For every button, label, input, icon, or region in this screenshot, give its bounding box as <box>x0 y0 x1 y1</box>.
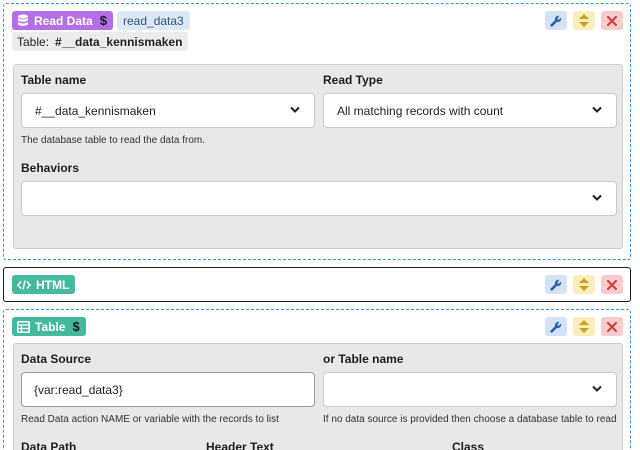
read-data-block: Read Data $ read_data3 Table: #__data_ke… <box>3 3 631 260</box>
table-name-label: Table name <box>21 73 87 87</box>
read-type-value: All matching records with count <box>337 103 504 118</box>
settings-button[interactable] <box>545 275 567 294</box>
delete-button[interactable] <box>601 11 623 30</box>
table-name-select[interactable]: #__data_kennismaken <box>21 93 315 128</box>
table-name-value: #__data_kennismaken <box>35 103 156 118</box>
wrench-icon <box>550 279 562 291</box>
table-icon <box>17 320 30 333</box>
chevron-down-icon <box>592 385 602 392</box>
close-icon <box>607 15 617 26</box>
read-type-select[interactable]: All matching records with count <box>323 93 617 128</box>
data-source-help: Read Data action NAME or variable with t… <box>21 414 279 425</box>
chevron-down-icon <box>592 106 602 113</box>
class-label: Class <box>452 440 485 450</box>
code-icon <box>17 279 31 290</box>
table-block: Table $ Data Source {var:read_data3} Rea… <box>3 309 631 450</box>
dollar-icon: $ <box>99 13 107 28</box>
html-badge[interactable]: HTML <box>12 275 76 294</box>
read-data-badge-label: Read Data <box>34 13 93 28</box>
or-table-name-help: If no data source is provided then choos… <box>323 414 617 425</box>
html-block[interactable]: HTML <box>3 267 631 302</box>
table-summary-prefix: Table: <box>17 34 50 49</box>
move-button[interactable] <box>573 11 595 30</box>
move-button[interactable] <box>573 317 595 336</box>
data-source-value: {var:read_data3} <box>34 382 123 397</box>
read-data-fields-panel: Table name #__data_kennismaken The datab… <box>13 64 623 249</box>
behaviors-select[interactable] <box>21 181 617 216</box>
table-badge-label: Table <box>35 319 66 334</box>
wrench-icon <box>550 15 562 27</box>
header-text-label: Header Text <box>206 440 274 450</box>
delete-button[interactable] <box>601 317 623 336</box>
table-summary-value: #__data_kennismaken <box>55 34 183 49</box>
data-source-input[interactable]: {var:read_data3} <box>21 372 315 407</box>
behaviors-label: Behaviors <box>21 161 80 175</box>
close-icon <box>607 321 617 332</box>
action-name-tag[interactable]: read_data3 <box>117 11 190 30</box>
read-data-badge[interactable]: Read Data $ <box>12 11 113 30</box>
sort-icon <box>579 278 589 291</box>
settings-button[interactable] <box>545 11 567 30</box>
move-button[interactable] <box>573 275 595 294</box>
settings-button[interactable] <box>545 317 567 336</box>
or-table-name-select[interactable] <box>323 372 617 407</box>
delete-button[interactable] <box>601 275 623 294</box>
sort-icon <box>579 14 589 27</box>
wrench-icon <box>550 321 562 333</box>
chevron-down-icon <box>592 194 602 201</box>
table-name-help: The database table to read the data from… <box>21 135 206 146</box>
sort-icon <box>579 320 589 333</box>
database-icon <box>18 14 28 26</box>
table-summary-tag: Table: #__data_kennismaken <box>12 32 189 51</box>
data-path-label: Data Path <box>21 440 77 450</box>
data-source-label: Data Source <box>21 352 92 366</box>
html-badge-label: HTML <box>36 277 70 292</box>
close-icon <box>607 279 617 290</box>
dollar-icon: $ <box>72 319 80 334</box>
read-type-label: Read Type <box>323 73 383 87</box>
chevron-down-icon <box>290 106 300 113</box>
table-badge[interactable]: Table $ <box>12 317 86 336</box>
or-table-name-label: or Table name <box>323 352 404 366</box>
table-fields-panel: Data Source {var:read_data3} Read Data a… <box>13 343 623 450</box>
